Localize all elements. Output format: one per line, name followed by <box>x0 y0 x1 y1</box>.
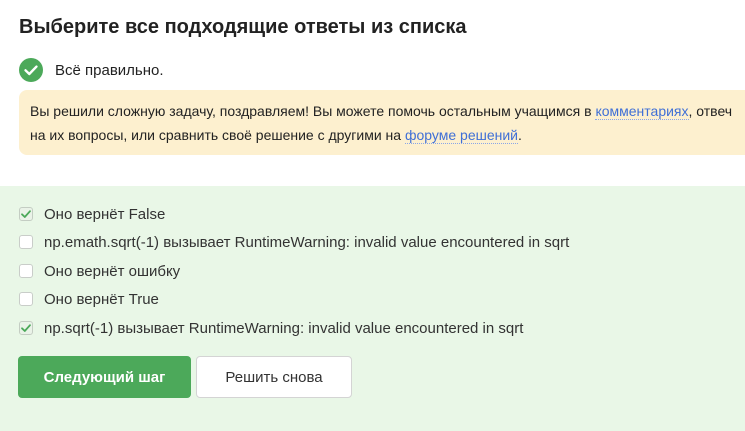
answer-option-label: Оно вернёт ошибку <box>44 262 181 280</box>
info-text: Вы решили сложную задачу, поздравляем! В… <box>30 103 596 119</box>
status-message: Всё правильно. <box>19 58 164 82</box>
answer-option-label: Оно вернёт True <box>44 290 159 308</box>
retry-button[interactable]: Решить снова <box>196 356 352 398</box>
checkmark-icon <box>21 324 31 332</box>
answer-option[interactable]: np.emath.sqrt(-1) вызывает RuntimeWarnin… <box>19 233 569 251</box>
checkbox[interactable] <box>19 292 33 306</box>
checkbox[interactable] <box>19 235 33 249</box>
info-text: на их вопросы, или сравнить своё решение… <box>30 127 405 143</box>
forum-link[interactable]: форуме решений <box>404 127 518 144</box>
task-title: Выберите все подходящие ответы из списка <box>19 16 467 38</box>
checkbox-checked[interactable] <box>19 207 33 221</box>
next-step-button[interactable]: Следующий шаг <box>18 356 191 398</box>
info-text: , отвеч <box>688 103 733 119</box>
answer-option[interactable]: Оно вернёт ошибку <box>19 262 180 280</box>
check-circle-icon <box>19 58 43 82</box>
info-text: . <box>518 127 522 143</box>
info-line-1: Вы решили сложную задачу, поздравляем! В… <box>30 99 745 123</box>
answer-option[interactable]: Оно вернёт True <box>19 290 159 308</box>
info-line-2: на их вопросы, или сравнить своё решение… <box>30 123 745 147</box>
checkbox-checked[interactable] <box>19 321 33 335</box>
answer-option-label: np.sqrt(-1) вызывает RuntimeWarning: inv… <box>44 319 524 337</box>
checkmark-icon <box>21 210 31 218</box>
comments-link[interactable]: комментариях <box>595 103 689 120</box>
info-banner: Вы решили сложную задачу, поздравляем! В… <box>19 90 745 155</box>
answer-option-label: Оно вернёт False <box>44 205 166 223</box>
status-text: Всё правильно. <box>55 61 164 79</box>
answer-option-label: np.emath.sqrt(-1) вызывает RuntimeWarnin… <box>44 233 570 251</box>
checkbox[interactable] <box>19 264 33 278</box>
answer-option[interactable]: Оно вернёт False <box>19 205 165 223</box>
answer-option[interactable]: np.sqrt(-1) вызывает RuntimeWarning: inv… <box>19 319 523 337</box>
